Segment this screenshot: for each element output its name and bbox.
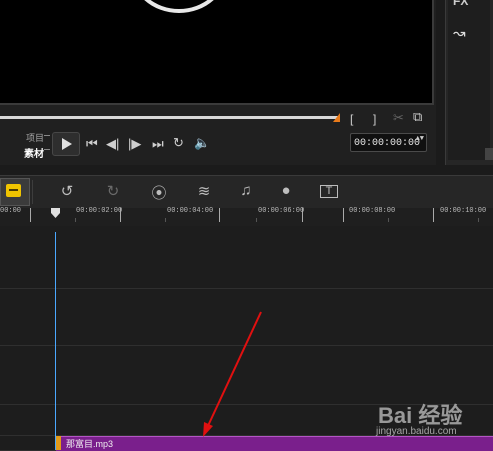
- scrubber-bar[interactable]: [0, 116, 338, 119]
- storyboard-icon: [6, 184, 21, 197]
- record-capture-icon[interactable]: ⦿: [148, 182, 170, 203]
- volume-icon[interactable]: 🔈: [194, 136, 210, 150]
- mark-out-button[interactable]: ]: [373, 112, 376, 126]
- prev-frame-icon[interactable]: ◀|: [106, 137, 119, 151]
- ruler-tick: [388, 218, 389, 222]
- ruler-tick: [302, 208, 303, 222]
- ruler-label: 00:00:06:00: [258, 207, 305, 215]
- video-track[interactable]: [0, 226, 493, 289]
- motion-track-icon[interactable]: ●: [275, 182, 297, 199]
- split-clip-icon[interactable]: ✂: [393, 111, 404, 125]
- timeline-ruler[interactable]: [0, 208, 493, 227]
- ruler-tick: [219, 208, 220, 222]
- mode-divider: [44, 135, 50, 136]
- path-icon[interactable]: ↝: [453, 24, 466, 42]
- ruler-tick: [75, 218, 76, 222]
- undo-icon[interactable]: ↺: [56, 182, 78, 200]
- timecode-spinner[interactable]: ▲▼: [416, 136, 424, 143]
- mode-divider: [44, 149, 50, 150]
- watermark-url: jingyan.baidu.com: [376, 426, 457, 437]
- timecode-value: 00:00:00:00: [354, 138, 421, 149]
- to-end-icon[interactable]: ⏭: [152, 137, 164, 151]
- clip-mode-label[interactable]: 素材: [24, 145, 44, 160]
- playhead-line: [55, 232, 56, 450]
- ruler-tick: [30, 208, 31, 222]
- ruler-label: 00:00:04:00: [167, 207, 214, 215]
- play-button[interactable]: [52, 132, 80, 156]
- enlarge-preview-icon[interactable]: ⧉: [413, 110, 422, 124]
- mark-in-button[interactable]: [: [350, 112, 353, 126]
- next-frame-icon[interactable]: |▶: [128, 137, 141, 151]
- redo-icon[interactable]: ↻: [102, 182, 124, 200]
- ruler-tick: [478, 218, 479, 222]
- ruler-tick: [256, 218, 257, 222]
- preview-content: [130, 0, 228, 13]
- ruler-tick: [343, 208, 344, 222]
- ruler-label: 00:00: [0, 207, 22, 215]
- ruler-label: 00:00:02:00: [76, 207, 123, 215]
- clip-name: 那富目.mp3: [66, 439, 114, 449]
- ruler-tick: [165, 218, 166, 222]
- auto-music-icon[interactable]: ♫: [235, 182, 257, 199]
- project-mode-label[interactable]: 项目: [26, 131, 44, 144]
- repeat-icon[interactable]: ↻: [173, 136, 184, 150]
- preview-screen[interactable]: [0, 0, 434, 105]
- annotation-arrow: [203, 311, 262, 437]
- ruler-label: 00:00:10:00: [440, 207, 487, 215]
- library-scrollbar[interactable]: [485, 148, 493, 160]
- ruler-tick: [120, 208, 121, 222]
- sound-mixer-icon[interactable]: ≋: [193, 182, 215, 200]
- ruler-tick: [433, 208, 434, 222]
- fx-icon[interactable]: FX: [453, 0, 468, 8]
- title-icon[interactable]: T: [320, 185, 338, 198]
- ruler-label: 00:00:08:00: [349, 207, 396, 215]
- audio-clip[interactable]: [56, 436, 493, 451]
- timecode-field[interactable]: 00:00:00:00 ▲▼: [350, 133, 427, 152]
- to-start-icon[interactable]: ⏮: [86, 137, 98, 151]
- clip-trim-handle[interactable]: [56, 436, 61, 450]
- toolbar-divider: [32, 180, 33, 204]
